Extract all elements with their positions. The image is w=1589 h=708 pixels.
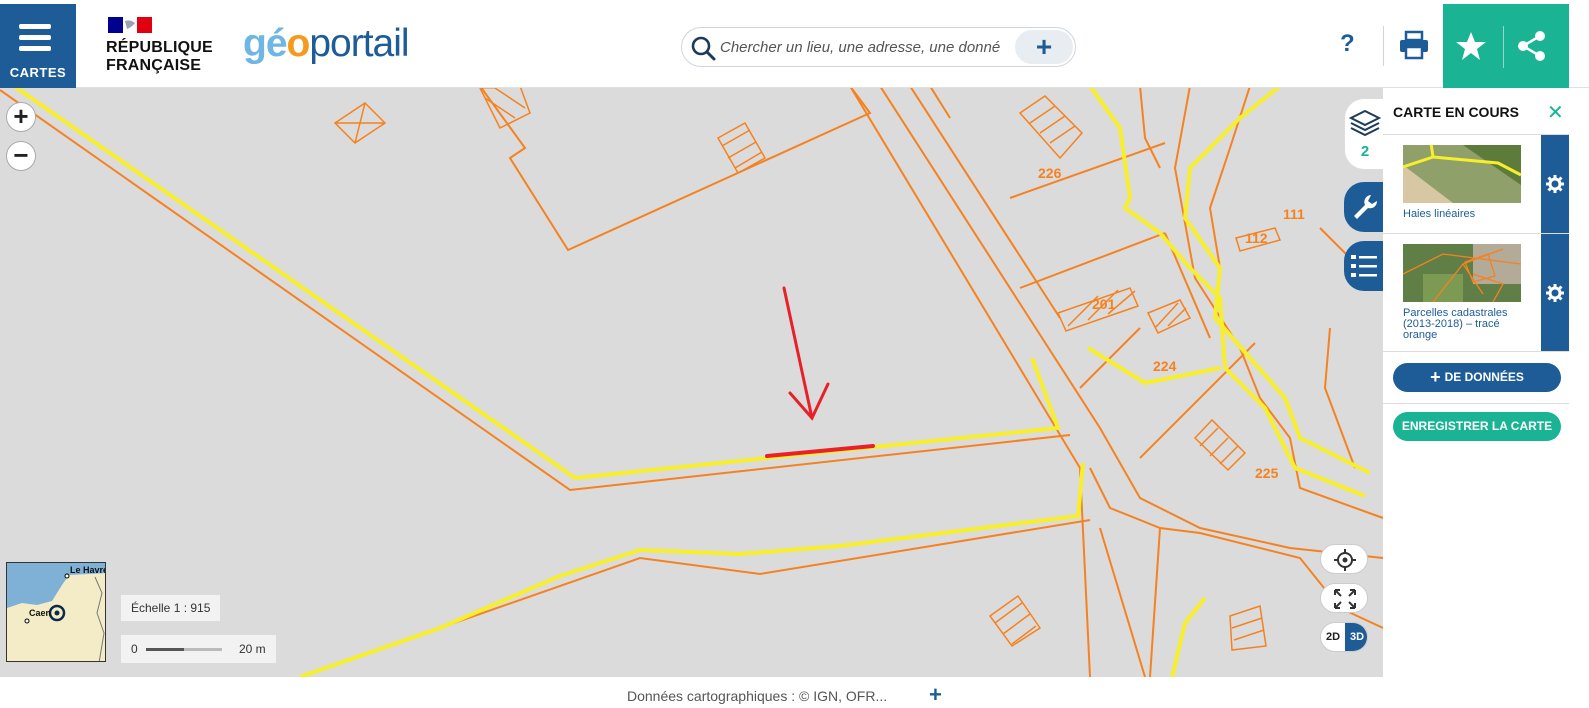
gear-icon — [1546, 175, 1564, 193]
parcel-label-225: 225 — [1255, 465, 1279, 481]
layer-name-parcels: Parcelles cadastrales (2013-2018) – trac… — [1403, 307, 1508, 341]
view-3d-button[interactable]: 3D — [1345, 623, 1367, 651]
geolocate-button[interactable] — [1320, 544, 1368, 574]
map-footer: Données cartographiques : © IGN, OFR... … — [0, 677, 1589, 707]
hamburger-icon — [19, 24, 51, 57]
overview-minimap[interactable]: Le Havre Caen — [6, 562, 106, 662]
fullscreen-icon — [1334, 589, 1356, 609]
annotation-arrow — [782, 286, 830, 421]
favorites-share-box — [1443, 4, 1569, 88]
scale-ratio: Échelle 1 : 915 — [121, 595, 220, 621]
zoom-out-button[interactable]: − — [6, 141, 36, 171]
gear-icon — [1546, 284, 1564, 302]
geoportail-logo[interactable]: géoportail — [243, 22, 410, 66]
dimension-toggle: 2D 3D — [1320, 622, 1368, 652]
zoom-in-button[interactable]: + — [6, 102, 36, 132]
panel-title: CARTE EN COURS — [1393, 104, 1520, 120]
tools-tab[interactable] — [1344, 182, 1384, 232]
layer-settings-button-parcels[interactable] — [1541, 234, 1569, 351]
republique-francaise-logo: RÉPUBLIQUE FRANÇAISE — [106, 39, 213, 74]
layers-icon — [1349, 109, 1381, 137]
parcel-label-224: 224 — [1153, 358, 1177, 374]
favorites-star-icon[interactable] — [1455, 30, 1487, 62]
layer-item-hedges[interactable]: Haies linéaires — [1383, 135, 1569, 234]
layers-tab[interactable]: 2 — [1344, 98, 1384, 170]
scale-line — [146, 648, 222, 651]
maps-menu-button[interactable]: CARTES — [0, 4, 76, 88]
search-input[interactable] — [720, 35, 1000, 59]
cadastral-map-layer — [0, 88, 1383, 677]
layer-thumbnail-parcels — [1403, 244, 1521, 302]
close-panel-icon[interactable]: ✕ — [1547, 100, 1564, 125]
legend-list-icon — [1351, 255, 1377, 277]
maps-menu-label: CARTES — [9, 65, 67, 80]
scale-bar: 0 20 m — [121, 635, 276, 663]
minimap-label-lehavre: Le Havre — [70, 565, 106, 575]
top-header: CARTES RÉPUBLIQUE FRANÇAISE géoportail +… — [0, 0, 1589, 88]
fullscreen-button[interactable] — [1320, 583, 1368, 613]
search-icon[interactable] — [690, 35, 716, 61]
parcel-label-226: 226 — [1038, 165, 1062, 181]
header-divider — [1383, 26, 1384, 66]
help-button[interactable]: ? — [1340, 30, 1355, 58]
marianne-logo-icon — [108, 17, 152, 33]
view-2d-button[interactable]: 2D — [1321, 623, 1345, 651]
layer-name-hedges: Haies linéaires — [1403, 208, 1476, 220]
add-data-label: DE DONNÉES — [1444, 370, 1524, 384]
map-view[interactable]: 226 111 112 201 224 225 + − Le Havre Cae… — [0, 88, 1383, 677]
layers-count: 2 — [1360, 143, 1370, 160]
scale-distance: 20 m — [239, 642, 266, 656]
parcel-label-201: 201 — [1092, 296, 1116, 312]
current-map-panel: CARTE EN COURS ✕ Haies linéaires Parcell… — [1383, 88, 1569, 677]
panel-divider-2 — [1383, 403, 1569, 404]
teal-divider — [1503, 26, 1504, 68]
minimap-label-caen: Caen — [29, 608, 52, 618]
parcel-label-112: 112 — [1245, 230, 1268, 246]
layer-settings-button-hedges[interactable] — [1541, 135, 1569, 233]
layer-thumbnail-hedges — [1403, 145, 1521, 203]
parcel-label-111: 111 — [1283, 206, 1305, 222]
minimap-sea — [7, 563, 105, 661]
scale-zero: 0 — [131, 642, 138, 656]
credits-expand-button[interactable]: + — [929, 682, 942, 708]
search-bar: + — [681, 27, 1076, 67]
print-icon[interactable] — [1398, 30, 1430, 60]
share-icon[interactable] — [1517, 30, 1547, 62]
geolocate-icon — [1334, 549, 1356, 571]
legend-tab[interactable] — [1344, 241, 1384, 291]
save-map-button[interactable]: ENREGISTRER LA CARTE — [1393, 412, 1561, 441]
advanced-search-button[interactable]: + — [1015, 30, 1073, 64]
wrench-icon — [1354, 195, 1378, 219]
add-data-button[interactable]: + DE DONNÉES — [1393, 363, 1561, 392]
plus-icon: + — [1430, 367, 1441, 387]
layer-item-parcels[interactable]: Parcelles cadastrales (2013-2018) – trac… — [1383, 234, 1569, 352]
map-credits: Données cartographiques : © IGN, OFR... — [627, 688, 888, 704]
